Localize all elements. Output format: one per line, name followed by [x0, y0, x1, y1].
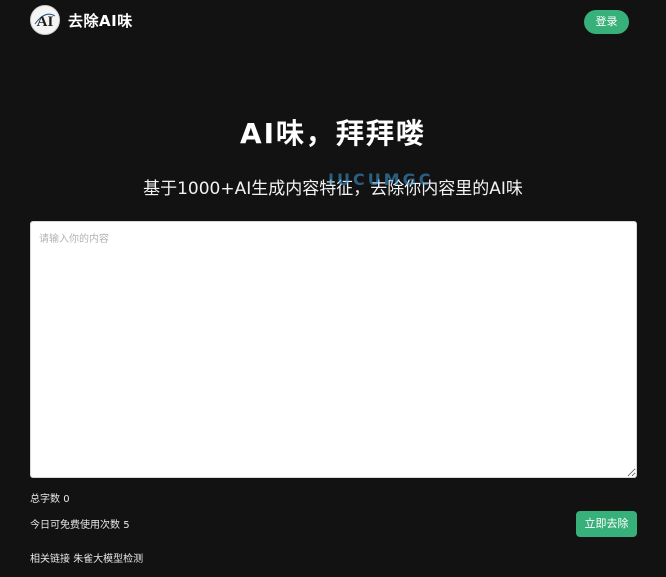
total-count-label: 总字数 [30, 494, 60, 505]
content-input[interactable] [30, 221, 637, 478]
total-count-value: 0 [63, 494, 70, 505]
remove-ai-button[interactable]: 立即去除 [576, 511, 637, 537]
page-title: AI味，拜拜喽 [239, 117, 427, 150]
total-char-count: 总字数 0 [30, 490, 70, 505]
zhuque-detection-link[interactable]: 朱雀大模型检测 [73, 554, 143, 565]
free-uses-value: 5 [123, 520, 130, 531]
login-button[interactable]: 登录 [584, 10, 629, 34]
logo-text: AI [37, 14, 54, 30]
free-uses-label: 今日可免费使用次数 [30, 520, 120, 531]
top-bar: AI 去除AI味 登录 [0, 0, 666, 44]
brand-name[interactable]: 去除AI味 [68, 10, 133, 31]
logo-glyph: AI [34, 13, 56, 30]
page-subtitle: 基于1000+AI生成内容特征，去除你内容里的AI味 [143, 179, 523, 199]
related-links: 相关链接 朱雀大模型检测 [30, 550, 143, 565]
logo-icon[interactable]: AI [30, 5, 60, 35]
free-uses-remaining: 今日可免费使用次数 5 [30, 516, 130, 531]
related-links-label: 相关链接 [30, 554, 70, 565]
